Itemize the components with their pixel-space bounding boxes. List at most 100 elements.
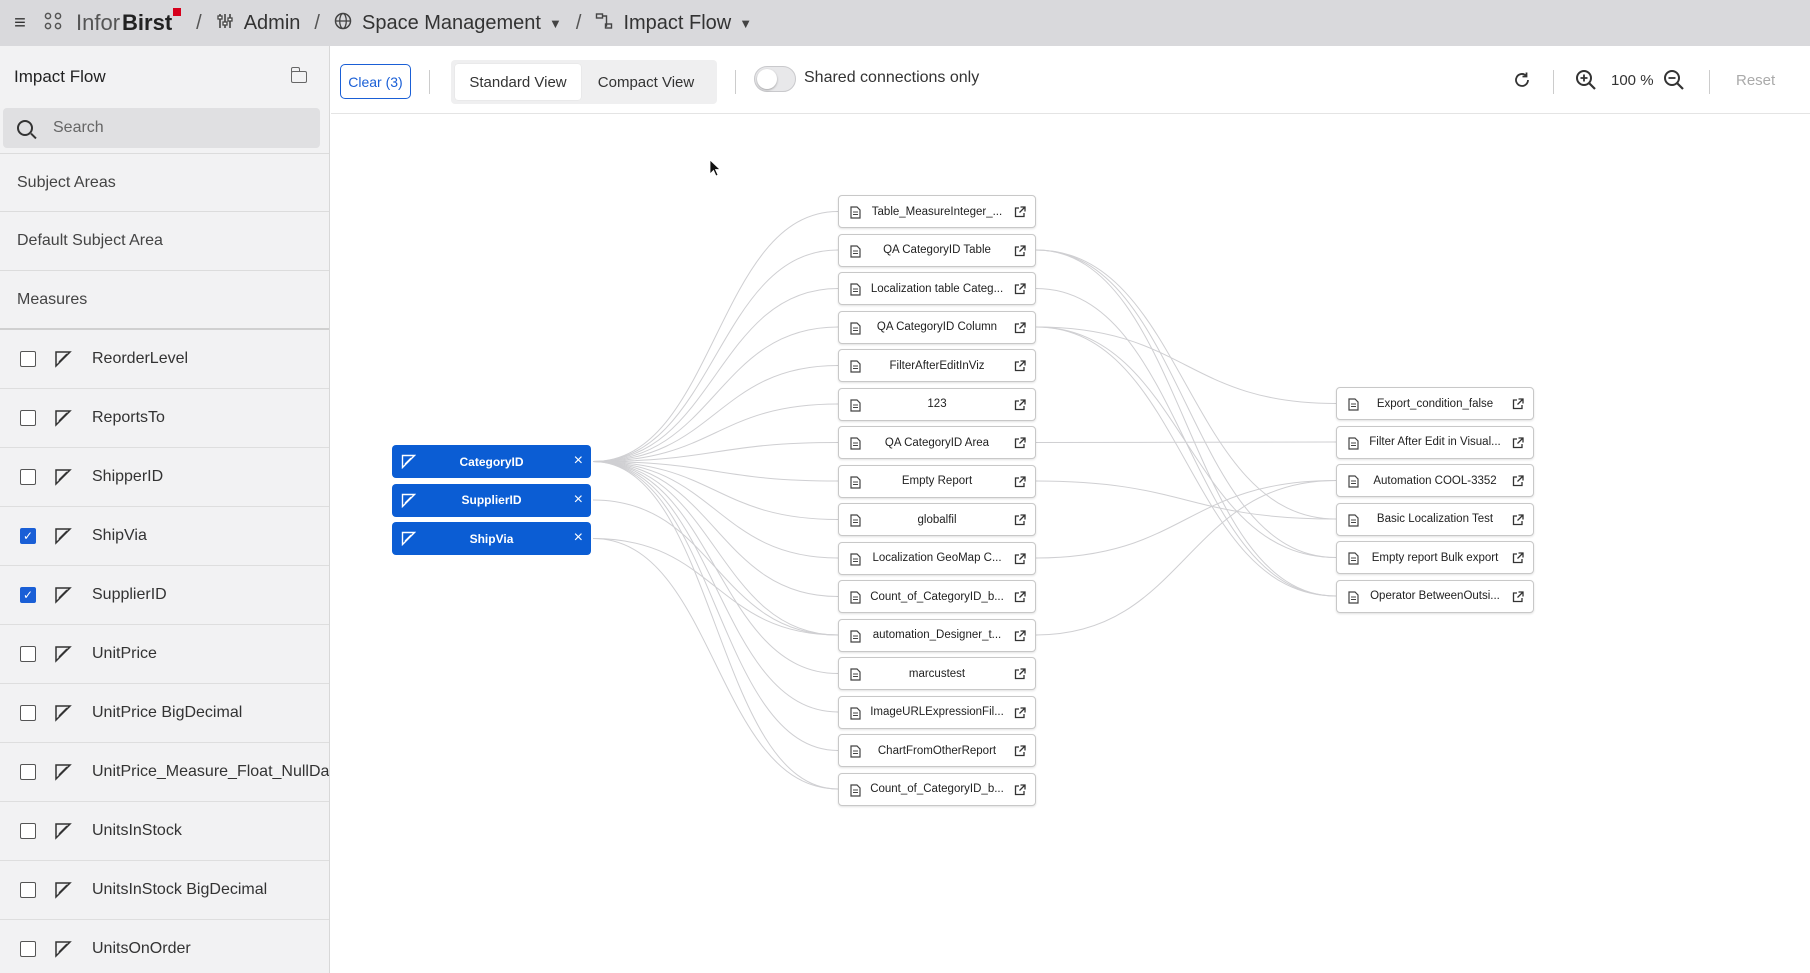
- mouse-cursor-icon: [709, 159, 721, 177]
- measure-item[interactable]: UnitsOnOrder: [0, 920, 329, 973]
- report-node[interactable]: Localization GeoMap C...: [838, 541, 1036, 575]
- measure-checkbox[interactable]: [20, 469, 36, 485]
- open-external-icon[interactable]: [1014, 783, 1026, 796]
- connection-line: [1035, 249, 1337, 558]
- open-external-icon[interactable]: [1014, 706, 1026, 719]
- measure-item[interactable]: UnitPrice_Measure_Float_NullData: [0, 743, 329, 802]
- section-measures[interactable]: Measures: [0, 271, 329, 330]
- report-node[interactable]: Count_of_CategoryID_b...: [838, 580, 1036, 613]
- open-external-icon[interactable]: [1014, 629, 1026, 642]
- report-node[interactable]: marcustest: [838, 657, 1036, 690]
- folder-icon[interactable]: [290, 67, 307, 83]
- zoom-in-icon[interactable]: [1575, 69, 1597, 91]
- report-node[interactable]: Localization table Categ...: [838, 272, 1036, 305]
- open-external-icon[interactable]: [1512, 475, 1524, 487]
- source-measure-node[interactable]: ShipVia ×: [392, 522, 591, 555]
- shared-connections-toggle[interactable]: [754, 66, 796, 92]
- report-node[interactable]: automation_Designer_t...: [838, 618, 1036, 652]
- node-label: ChartFromOtherReport: [877, 744, 997, 757]
- dashboard-node[interactable]: Filter After Edit in Visual...: [1336, 425, 1534, 459]
- measure-checkbox[interactable]: [20, 646, 36, 662]
- measure-checkbox[interactable]: [20, 351, 36, 367]
- measure-item[interactable]: UnitsInStock BigDecimal: [0, 861, 329, 920]
- open-external-icon[interactable]: [1014, 398, 1026, 411]
- report-node[interactable]: QA CategoryID Table: [838, 233, 1036, 267]
- source-measure-node[interactable]: CategoryID ×: [392, 445, 591, 478]
- brand-logo-part2: Birst: [122, 10, 173, 35]
- apps-grid-icon[interactable]: [44, 12, 62, 35]
- measure-item[interactable]: UnitPrice BigDecimal: [0, 684, 329, 743]
- search-input[interactable]: [53, 119, 273, 137]
- report-node[interactable]: Table_MeasureInteger_...: [838, 195, 1036, 228]
- report-node[interactable]: Empty Report: [838, 464, 1036, 498]
- measure-item[interactable]: ReportsTo: [0, 389, 329, 448]
- brand-logo[interactable]: Infor Birst: [76, 8, 182, 36]
- measure-item[interactable]: ReorderLevel: [0, 330, 329, 389]
- measure-checkbox[interactable]: [20, 941, 36, 957]
- reset-button[interactable]: Reset: [1736, 72, 1775, 89]
- measure-item[interactable]: ✓ SupplierID: [0, 566, 329, 625]
- open-external-icon[interactable]: [1512, 436, 1524, 449]
- report-node[interactable]: 123: [838, 387, 1036, 421]
- measure-item[interactable]: ShipperID: [0, 448, 329, 507]
- breadcrumb-impact-flow[interactable]: Impact Flow ▼: [595, 12, 752, 35]
- open-external-icon[interactable]: [1014, 437, 1026, 449]
- measure-item[interactable]: UnitsInStock: [0, 802, 329, 861]
- measure-checkbox[interactable]: [20, 410, 36, 426]
- toolbar: Clear (3) Standard View Compact View Sha…: [331, 46, 1810, 114]
- close-icon[interactable]: ×: [574, 453, 583, 469]
- open-external-icon[interactable]: [1014, 244, 1026, 257]
- section-subject-areas[interactable]: Subject Areas: [0, 153, 329, 212]
- close-icon[interactable]: ×: [574, 530, 583, 546]
- node-label: QA CategoryID Table: [883, 244, 991, 256]
- report-node[interactable]: Count_of_CategoryID_b...: [838, 772, 1036, 806]
- report-node[interactable]: QA CategoryID Area: [838, 426, 1036, 459]
- measure-checkbox[interactable]: [20, 823, 36, 839]
- dashboard-node[interactable]: Empty report Bulk export: [1336, 541, 1534, 574]
- measure-item[interactable]: UnitPrice: [0, 625, 329, 684]
- impact-flow-canvas[interactable]: CategoryID × SupplierID × ShipVia × Table_Meas…: [331, 115, 1810, 973]
- open-external-icon[interactable]: [1014, 206, 1026, 218]
- report-icon: [850, 360, 861, 373]
- report-node[interactable]: FilterAfterEditInViz: [838, 349, 1036, 382]
- report-node[interactable]: ImageURLExpressionFil...: [838, 695, 1036, 729]
- measure-checkbox[interactable]: [20, 764, 36, 780]
- open-external-icon[interactable]: [1014, 321, 1026, 334]
- dashboard-node[interactable]: Export_condition_false: [1336, 387, 1534, 420]
- open-external-icon[interactable]: [1014, 591, 1026, 603]
- open-external-icon[interactable]: [1512, 552, 1524, 564]
- open-external-icon[interactable]: [1014, 668, 1026, 680]
- measure-checkbox[interactable]: [20, 882, 36, 898]
- open-external-icon[interactable]: [1014, 283, 1026, 295]
- standard-view-tab[interactable]: Standard View: [455, 64, 581, 100]
- open-external-icon[interactable]: [1014, 552, 1026, 565]
- measure-checkbox[interactable]: ✓: [20, 528, 36, 544]
- report-node[interactable]: ChartFromOtherReport: [838, 734, 1036, 767]
- measure-item[interactable]: ✓ ShipVia: [0, 507, 329, 566]
- refresh-icon[interactable]: [1513, 71, 1531, 89]
- report-node[interactable]: globalfil: [838, 503, 1036, 536]
- open-external-icon[interactable]: [1512, 398, 1524, 410]
- zoom-out-icon[interactable]: [1663, 69, 1685, 91]
- measure-checkbox[interactable]: [20, 705, 36, 721]
- open-external-icon[interactable]: [1014, 514, 1026, 526]
- open-external-icon[interactable]: [1512, 513, 1524, 526]
- measure-icon: [55, 823, 72, 840]
- section-default-subject-area[interactable]: Default Subject Area: [0, 212, 329, 271]
- hamburger-menu-icon[interactable]: ≡: [0, 12, 40, 35]
- open-external-icon[interactable]: [1512, 590, 1524, 603]
- open-external-icon[interactable]: [1014, 360, 1026, 372]
- open-external-icon[interactable]: [1014, 475, 1026, 488]
- compact-view-tab[interactable]: Compact View: [581, 64, 711, 100]
- dashboard-node[interactable]: Operator BetweenOutsi...: [1336, 579, 1534, 613]
- breadcrumb-space-management[interactable]: Space Management ▼: [334, 12, 562, 35]
- report-node[interactable]: QA CategoryID Column: [838, 310, 1036, 344]
- measure-checkbox[interactable]: ✓: [20, 587, 36, 603]
- breadcrumb-admin[interactable]: Admin: [216, 12, 300, 35]
- clear-button[interactable]: Clear (3): [340, 64, 411, 99]
- dashboard-node[interactable]: Automation COOL-3352: [1336, 464, 1534, 497]
- close-icon[interactable]: ×: [574, 491, 583, 508]
- open-external-icon[interactable]: [1014, 745, 1026, 757]
- dashboard-node[interactable]: Basic Localization Test: [1336, 502, 1534, 536]
- source-measure-node[interactable]: SupplierID ×: [392, 483, 591, 517]
